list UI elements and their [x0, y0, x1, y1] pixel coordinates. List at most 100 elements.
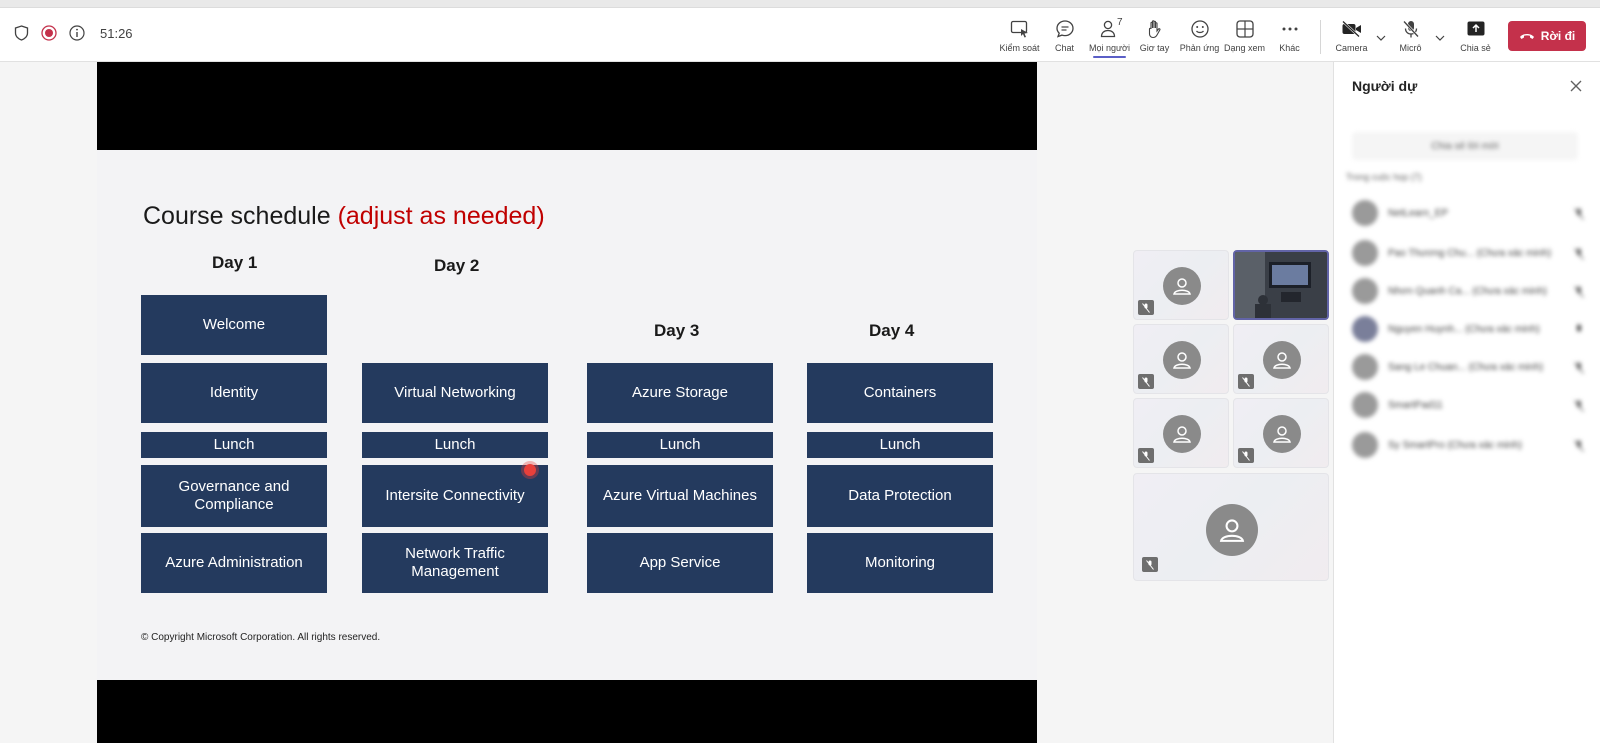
- schedule-item: Lunch: [587, 432, 773, 458]
- slide-title-note: (adjust as needed): [337, 202, 545, 230]
- participant-tile[interactable]: [1133, 398, 1229, 468]
- mic-muted-icon: [1138, 374, 1154, 389]
- camera-options-chevron[interactable]: [1374, 14, 1388, 58]
- participant-tile[interactable]: [1233, 324, 1329, 394]
- people-count-badge: 7: [1117, 17, 1123, 28]
- camera-label: Camera: [1335, 43, 1368, 53]
- schedule-item: Containers: [807, 363, 993, 423]
- mic-muted-icon: [1138, 300, 1154, 315]
- more-button[interactable]: Khác: [1267, 14, 1312, 58]
- laser-pointer: [524, 464, 536, 476]
- participant-row[interactable]: NetLearn_EP: [1352, 198, 1584, 228]
- presenter-video-tile[interactable]: [1233, 250, 1329, 320]
- avatar: [1352, 278, 1378, 304]
- participant-row[interactable]: Nhơn Quanh Ca... (Chưa xác minh): [1352, 276, 1584, 306]
- people-button[interactable]: 7 Mọi người: [1087, 14, 1132, 58]
- chat-button[interactable]: Chat: [1042, 14, 1087, 58]
- participant-row[interactable]: Sang Le Chuan... (Chưa xác minh): [1352, 352, 1584, 382]
- schedule-item: Data Protection: [807, 465, 993, 527]
- avatar: [1352, 240, 1378, 266]
- schedule-item: Lunch: [362, 432, 548, 458]
- control-label: Kiểm soát: [999, 43, 1040, 53]
- view-label: Dạng xem: [1223, 43, 1266, 53]
- info-icon[interactable]: [68, 24, 86, 42]
- participant-tile[interactable]: [1133, 324, 1229, 394]
- mic-muted-icon: [1574, 207, 1584, 220]
- avatar: [1352, 354, 1378, 380]
- avatar: [1352, 200, 1378, 226]
- share-button[interactable]: Chia sẻ: [1453, 14, 1498, 58]
- shared-screen: Course schedule (adjust as needed) Day 1…: [97, 62, 1037, 743]
- react-label: Phản ứng: [1179, 43, 1220, 53]
- mic-label: Micrô: [1399, 43, 1422, 53]
- avatar: [1352, 392, 1378, 418]
- people-label: Mọi người: [1089, 43, 1130, 53]
- avatar-icon: [1263, 341, 1301, 379]
- mic-button[interactable]: Micrô: [1388, 14, 1433, 58]
- schedule-item: Lunch: [141, 432, 327, 458]
- leave-label: Rời đi: [1540, 29, 1576, 43]
- schedule-item: Lunch: [807, 432, 993, 458]
- presentation-slide: Course schedule (adjust as needed) Day 1…: [97, 150, 1037, 680]
- participant-name: SmartPad11: [1388, 399, 1443, 411]
- control-icon: [1009, 18, 1031, 40]
- day-3-heading: Day 3: [654, 321, 700, 340]
- share-invite-button[interactable]: Chia sẻ lời mời: [1352, 132, 1578, 160]
- schedule-item: Network Traffic Management: [362, 533, 548, 593]
- schedule-item: Azure Administration: [141, 533, 327, 593]
- mic-off-icon: [1400, 18, 1422, 40]
- meeting-status: 51:26: [12, 24, 133, 42]
- participant-tile[interactable]: [1133, 473, 1329, 581]
- chat-label: Chat: [1054, 43, 1074, 53]
- avatar: [1352, 432, 1378, 458]
- participant-row[interactable]: Nguyen Huynh... (Chưa xác minh): [1352, 314, 1584, 344]
- participant-tile[interactable]: [1233, 398, 1329, 468]
- participants-panel-title: Người dự: [1352, 78, 1418, 94]
- chat-icon: [1054, 18, 1076, 40]
- avatar-icon: [1163, 341, 1201, 379]
- schedule-item: Identity: [141, 363, 327, 423]
- shield-icon: [12, 24, 30, 42]
- participant-tile[interactable]: [1133, 250, 1229, 320]
- raise-hand-label: Giơ tay: [1139, 43, 1170, 53]
- mic-muted-icon: [1574, 399, 1584, 412]
- view-button[interactable]: Dạng xem: [1222, 14, 1267, 58]
- participant-row[interactable]: Sy SmartPro (Chưa xác minh): [1352, 430, 1584, 460]
- mic-muted-icon: [1238, 448, 1254, 463]
- meeting-toolbar: 51:26 Kiểm soát Chat 7 Mọi người Giơ tay…: [0, 8, 1600, 62]
- control-button[interactable]: Kiểm soát: [997, 14, 1042, 58]
- react-button[interactable]: Phản ứng: [1177, 14, 1222, 58]
- slide-copyright: © Copyright Microsoft Corporation. All r…: [141, 632, 381, 643]
- day-2-heading: Day 2: [434, 256, 480, 275]
- raise-hand-button[interactable]: Giơ tay: [1132, 14, 1177, 58]
- mic-icon: [1574, 323, 1584, 335]
- window-title-strip: [0, 0, 1600, 8]
- smiley-icon: [1189, 18, 1211, 40]
- avatar-icon: [1263, 415, 1301, 453]
- toolbar-divider: [1320, 20, 1321, 54]
- participant-name: Sy SmartPro (Chưa xác minh): [1388, 439, 1522, 451]
- share-icon: [1465, 18, 1487, 40]
- participant-row[interactable]: SmartPad11: [1352, 390, 1584, 420]
- leave-button[interactable]: Rời đi: [1508, 21, 1586, 51]
- close-icon[interactable]: [1568, 78, 1584, 94]
- more-icon: [1279, 18, 1301, 40]
- in-meeting-section-header[interactable]: Trong cuộc họp (7): [1346, 172, 1422, 182]
- participant-name: Pao Thương Chu... (Chưa xác minh): [1388, 247, 1552, 259]
- recording-icon: [40, 24, 58, 42]
- mic-options-chevron[interactable]: [1433, 14, 1447, 58]
- mic-muted-icon: [1142, 557, 1158, 572]
- participants-panel: Người dự Chia sẻ lời mời Trong cuộc họp …: [1333, 62, 1600, 743]
- camera-button[interactable]: Camera: [1329, 14, 1374, 58]
- schedule-item: Virtual Networking: [362, 363, 548, 423]
- share-label: Chia sẻ: [1460, 43, 1491, 53]
- room-video-thumbnail: [1235, 252, 1327, 318]
- mic-muted-icon: [1138, 448, 1154, 463]
- mic-muted-icon: [1574, 247, 1584, 260]
- mic-muted-icon: [1574, 439, 1584, 452]
- schedule-item: Intersite Connectivity: [362, 465, 548, 527]
- schedule-item: Governance and Compliance: [141, 465, 327, 527]
- mic-muted-icon: [1574, 285, 1584, 298]
- avatar-icon: [1163, 415, 1201, 453]
- participant-row[interactable]: Pao Thương Chu... (Chưa xác minh): [1352, 238, 1584, 268]
